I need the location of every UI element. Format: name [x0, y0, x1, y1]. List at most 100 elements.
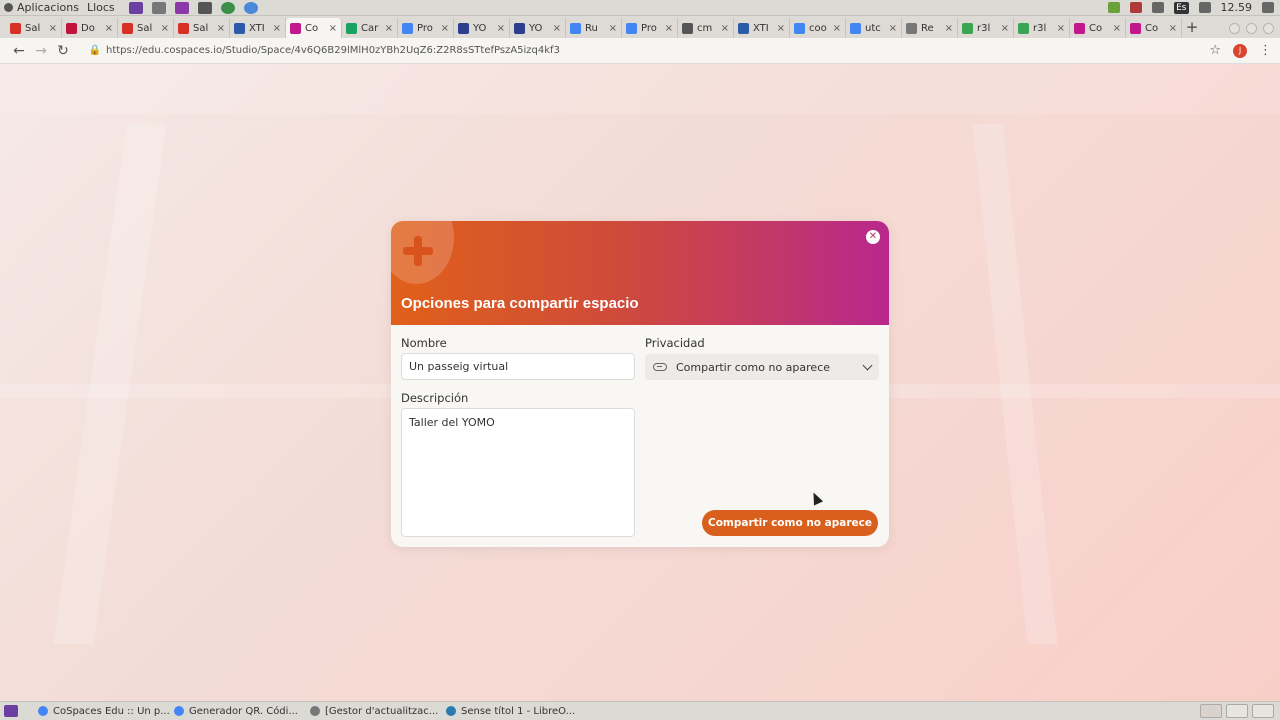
browser-tab[interactable]: r3l × — [958, 18, 1014, 38]
workspace-3-icon[interactable] — [1252, 704, 1274, 718]
tab-close-icon[interactable]: × — [105, 23, 113, 34]
browser-tab[interactable]: Sal × — [174, 18, 230, 38]
tab-title: Co — [1089, 22, 1103, 34]
clock[interactable]: 12.59 — [1221, 1, 1253, 14]
launcher-chromium-icon[interactable] — [243, 1, 258, 14]
browser-tab[interactable]: Ru × — [566, 18, 622, 38]
taskbar-tray — [1200, 704, 1280, 718]
tab-close-icon[interactable]: × — [217, 23, 225, 34]
tab-title: Pro — [417, 22, 433, 34]
maximize-icon[interactable] — [1246, 22, 1257, 34]
back-button[interactable]: ← — [8, 40, 30, 62]
keyboard-layout-indicator[interactable]: Es — [1174, 1, 1189, 14]
launcher-camera-icon[interactable] — [151, 1, 166, 14]
name-input[interactable]: Un passeig virtual — [401, 353, 635, 380]
tab-close-icon[interactable]: × — [161, 23, 169, 34]
settings-gear-icon[interactable] — [1262, 2, 1274, 13]
launcher-screen-icon[interactable] — [174, 1, 189, 14]
tab-close-icon[interactable]: × — [1169, 23, 1177, 34]
browser-tab[interactable]: XTI × — [230, 18, 286, 38]
tab-close-icon[interactable]: × — [665, 23, 673, 34]
taskbar-window-button[interactable]: [Gestor d'actualitzac... — [306, 706, 442, 717]
profile-avatar[interactable]: J — [1233, 43, 1247, 58]
show-desktop-icon[interactable] — [4, 705, 18, 717]
tab-close-icon[interactable]: × — [553, 23, 561, 34]
browser-tab[interactable]: YO × — [510, 18, 566, 38]
tab-close-icon[interactable]: × — [497, 23, 505, 34]
browser-tab[interactable]: Sal × — [6, 18, 62, 38]
tab-close-icon[interactable]: × — [833, 23, 841, 34]
tab-close-icon[interactable]: × — [329, 23, 337, 34]
browser-tab[interactable]: Co × — [1070, 18, 1126, 38]
tab-close-icon[interactable]: × — [273, 23, 281, 34]
forward-button[interactable]: → — [30, 40, 52, 62]
browser-tab[interactable]: Pro × — [398, 18, 454, 38]
tab-close-icon[interactable]: × — [1113, 23, 1121, 34]
bookmark-star-icon[interactable]: ☆ — [1209, 43, 1221, 58]
taskbar-window-label: [Gestor d'actualitzac... — [325, 705, 439, 717]
google-icon — [850, 22, 861, 34]
tab-close-icon[interactable]: × — [1001, 23, 1009, 34]
close-window-icon[interactable] — [1263, 22, 1274, 34]
taskbar-window-button[interactable]: Sense títol 1 - LibreO... — [442, 706, 578, 717]
tray-recorder-icon[interactable] — [1130, 2, 1143, 13]
launcher-tools-icon[interactable] — [197, 1, 212, 14]
network-icon[interactable] — [1152, 2, 1165, 13]
browser-tab[interactable]: Re × — [902, 18, 958, 38]
browser-tab[interactable]: cm × — [678, 18, 734, 38]
browser-tab[interactable]: Pro × — [622, 18, 678, 38]
applications-menu[interactable]: Aplicacions — [0, 1, 87, 14]
tab-close-icon[interactable]: × — [49, 23, 57, 34]
tab-title: r3l — [977, 22, 991, 34]
browser-tab[interactable]: Sal × — [118, 18, 174, 38]
os-top-panel: Aplicacions Llocs Es 12.59 — [0, 0, 1280, 16]
taskbar-window-button[interactable]: Generador QR. Códi... — [170, 706, 306, 717]
places-menu[interactable]: Llocs — [87, 1, 115, 14]
description-textarea[interactable]: Taller del YOMO — [401, 408, 635, 537]
browser-tab[interactable]: Co × — [1126, 18, 1182, 38]
dialog-header: ✕ Opciones para compartir espacio — [391, 221, 889, 325]
tab-title: XTI — [753, 22, 769, 34]
tray-app-icon[interactable] — [1108, 2, 1121, 13]
browser-tab[interactable]: Co × — [286, 18, 342, 38]
tab-close-icon[interactable]: × — [721, 23, 729, 34]
close-icon[interactable]: ✕ — [866, 230, 880, 244]
reload-button[interactable]: ↻ — [52, 40, 74, 62]
volume-icon[interactable] — [1198, 2, 1211, 13]
image-icon — [682, 22, 693, 34]
workspace-1-icon[interactable] — [1200, 704, 1222, 718]
record-icon — [66, 22, 77, 34]
url-field[interactable]: https://edu.cospaces.io/Studio/Space/4v6… — [106, 45, 560, 56]
tab-title: Co — [305, 22, 319, 34]
workspace-2-icon[interactable] — [1226, 704, 1248, 718]
browser-tab[interactable]: YO × — [454, 18, 510, 38]
browser-tab[interactable]: XTI × — [734, 18, 790, 38]
tab-close-icon[interactable]: × — [385, 23, 393, 34]
browser-tab[interactable]: utc × — [846, 18, 902, 38]
new-tab-button[interactable]: + — [1182, 18, 1202, 38]
tab-close-icon[interactable]: × — [945, 23, 953, 34]
browser-tab[interactable]: r3l × — [1014, 18, 1070, 38]
browser-tab[interactable]: Do × — [62, 18, 118, 38]
gmail-icon — [178, 22, 189, 34]
tab-title: Do — [81, 22, 95, 34]
launcher-app-icon[interactable] — [128, 1, 143, 14]
browser-tab[interactable]: Car × — [342, 18, 398, 38]
cospaces-icon — [1130, 22, 1141, 34]
launcher-chrome-icon[interactable] — [220, 1, 235, 14]
minimize-icon[interactable] — [1229, 22, 1240, 34]
privacy-select[interactable]: Compartir como no aparece — [645, 354, 879, 380]
plus-icon — [403, 236, 433, 266]
tab-close-icon[interactable]: × — [777, 23, 785, 34]
tab-title: Car — [361, 22, 379, 34]
tab-close-icon[interactable]: × — [609, 23, 617, 34]
tab-close-icon[interactable]: × — [889, 23, 897, 34]
browser-tab[interactable]: coo × — [790, 18, 846, 38]
browser-menu-icon[interactable]: ⋮ — [1259, 43, 1272, 58]
forms-icon — [458, 22, 469, 34]
lock-icon[interactable]: 🔒 — [88, 45, 102, 56]
tab-close-icon[interactable]: × — [441, 23, 449, 34]
share-button[interactable]: Compartir como no aparece — [702, 510, 878, 536]
taskbar-window-button[interactable]: CoSpaces Edu :: Un p... — [34, 706, 170, 717]
tab-close-icon[interactable]: × — [1057, 23, 1065, 34]
